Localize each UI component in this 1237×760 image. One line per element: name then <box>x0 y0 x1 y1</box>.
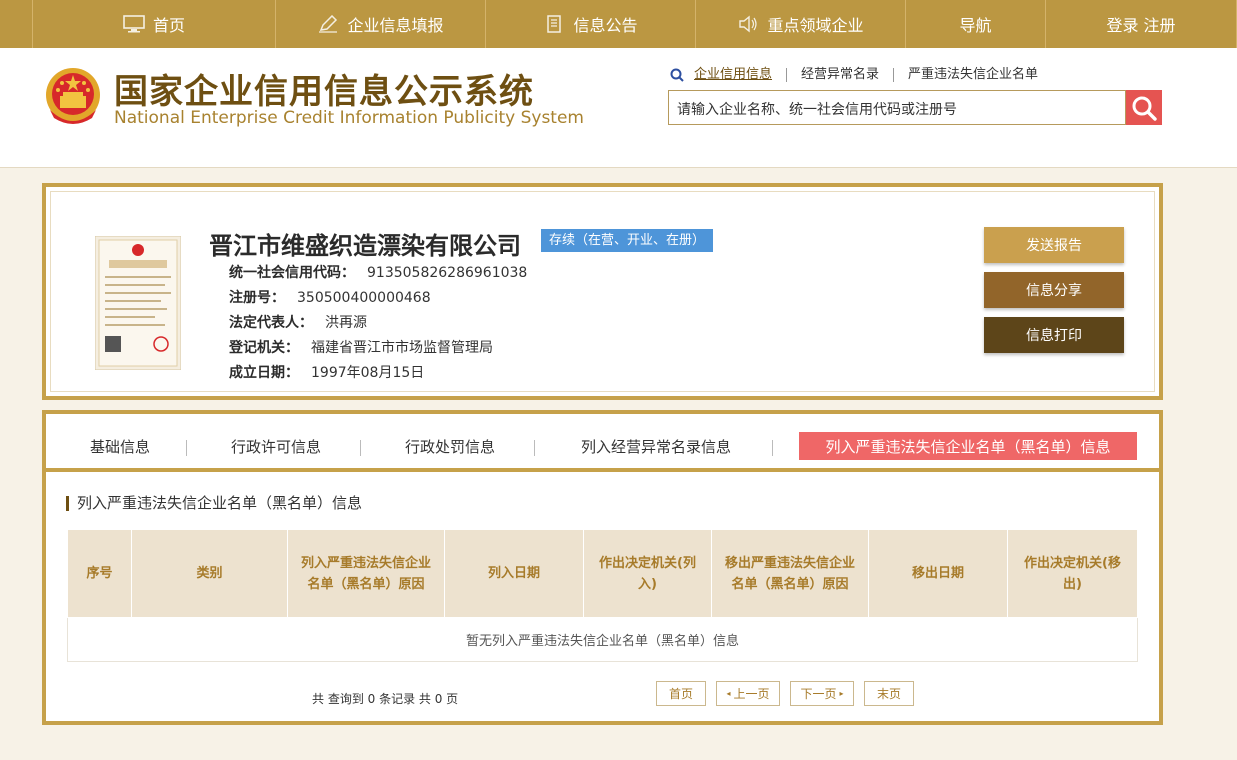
info-row-reg-authority: 登记机关： 福建省晋江市市场监督管理局 <box>229 337 493 357</box>
tab-divider <box>360 440 361 456</box>
tab-admin-penalty[interactable]: 行政处罚信息 <box>392 432 508 460</box>
nav-guide-label: 导航 <box>959 16 992 35</box>
search-link-abnormal-list[interactable]: 经营异常名录 <box>786 68 893 82</box>
col-header-index: 序号 <box>67 529 132 618</box>
nav-login-register[interactable]: 登录 注册 <box>1046 0 1237 48</box>
status-badge: 存续（在营、开业、在册） <box>541 229 714 252</box>
nav-enterprise-report[interactable]: 企业信息填报 <box>276 0 486 48</box>
tab-admin-license[interactable]: 行政许可信息 <box>218 432 334 460</box>
nav-announcement-label: 信息公告 <box>573 16 638 35</box>
legal-rep-label: 法定代表人： <box>229 315 313 331</box>
col-header-category: 类别 <box>131 529 288 618</box>
monitor-icon <box>123 15 145 33</box>
col-header-removal-date: 移出日期 <box>868 529 1008 618</box>
info-row-legal-rep: 法定代表人： 洪再源 <box>229 312 367 332</box>
pen-icon <box>319 15 338 33</box>
pager-next-button[interactable]: 下一页 ▸ <box>790 681 854 706</box>
top-nav: 首页 企业信息填报 信息公告 重点领域企业 导航 登录 注册 <box>0 0 1237 48</box>
pager-last-button[interactable]: 末页 <box>864 681 914 706</box>
nav-enterprise-report-label: 企业信息填报 <box>347 16 444 35</box>
tab-divider <box>534 440 535 456</box>
tab-bar: 基础信息 行政许可信息 行政处罚信息 列入经营异常名录信息 列入严重违法失信企业… <box>46 414 1159 472</box>
legal-rep-value: 洪再源 <box>325 315 367 331</box>
col-header-listing-reason: 列入严重违法失信企业名单（黑名单）原因 <box>287 529 445 618</box>
credit-code-value: 913505826286961038 <box>367 265 528 281</box>
info-row-founded-date: 成立日期： 1997年08月15日 <box>229 362 424 382</box>
search-button[interactable] <box>1126 90 1162 125</box>
site-title-cn: 国家企业信用信息公示系统 <box>114 72 534 112</box>
col-header-removal-authority: 作出决定机关(移出) <box>1007 529 1138 618</box>
company-name: 晋江市维盛织造漂染有限公司 <box>209 232 521 260</box>
tab-blacklist[interactable]: 列入严重违法失信企业名单（黑名单）信息 <box>799 432 1137 460</box>
credit-code-label: 统一社会信用代码： <box>229 265 355 281</box>
nav-login-register-label: 登录 注册 <box>1106 16 1176 35</box>
nav-home[interactable]: 首页 <box>32 0 276 48</box>
reg-authority-value: 福建省晋江市市场监督管理局 <box>311 340 493 356</box>
pager-prev-label: 上一页 <box>733 687 770 701</box>
search-links: 企业信用信息 经营异常名录 严重违法失信企业名单 <box>670 68 1052 82</box>
blacklist-table: 序号 类别 列入严重违法失信企业名单（黑名单）原因 列入日期 作出决定机关(列入… <box>67 529 1138 662</box>
pager-last-label: 末页 <box>876 687 901 701</box>
founded-date-value: 1997年08月15日 <box>311 365 425 381</box>
document-icon <box>547 15 562 33</box>
nav-guide[interactable]: 导航 <box>906 0 1046 48</box>
founded-date-label: 成立日期： <box>229 365 299 381</box>
national-emblem-icon <box>46 68 100 124</box>
print-info-button[interactable]: 信息打印 <box>984 317 1124 353</box>
pager-first-label: 首页 <box>668 687 693 701</box>
col-header-removal-reason: 移出严重违法失信企业名单（黑名单）原因 <box>711 529 869 618</box>
section-title: 列入严重违法失信企业名单（黑名单）信息 <box>66 496 362 511</box>
search-small-icon <box>670 68 684 82</box>
table-row: 暂无列入严重违法失信企业名单（黑名单）信息 <box>67 617 1138 662</box>
tab-abnormal-list[interactable]: 列入经营异常名录信息 <box>566 432 746 460</box>
pager-summary: 共 查询到 0 条记录 共 0 页 <box>312 692 459 706</box>
search-link-credit-info[interactable]: 企业信用信息 <box>684 68 786 82</box>
info-row-reg-number: 注册号： 350500400000468 <box>229 287 431 307</box>
tab-basic-info[interactable]: 基础信息 <box>76 432 164 460</box>
reg-number-value: 350500400000468 <box>297 290 431 306</box>
nav-key-enterprises[interactable]: 重点领域企业 <box>696 0 906 48</box>
table-header-row: 序号 类别 列入严重违法失信企业名单（黑名单）原因 列入日期 作出决定机关(列入… <box>67 529 1138 618</box>
send-report-button[interactable]: 发送报告 <box>984 227 1124 263</box>
reg-authority-label: 登记机关： <box>229 340 299 356</box>
search-icon <box>1132 96 1157 121</box>
company-card-inner: 晋江市维盛织造漂染有限公司 存续（在营、开业、在册） 统一社会信用代码： 9135… <box>50 191 1155 392</box>
business-license-image[interactable] <box>95 236 181 370</box>
tab-divider <box>186 440 187 456</box>
empty-table-message: 暂无列入严重违法失信企业名单（黑名单）信息 <box>67 617 1138 662</box>
speaker-icon <box>739 15 758 33</box>
col-header-listing-date: 列入日期 <box>444 529 584 618</box>
tab-divider <box>772 440 773 456</box>
info-row-credit-code: 统一社会信用代码： 913505826286961038 <box>229 262 527 282</box>
nav-home-label: 首页 <box>152 16 185 35</box>
site-title-en: National Enterprise Credit Information P… <box>114 108 584 128</box>
company-card: 晋江市维盛织造漂染有限公司 存续（在营、开业、在册） 统一社会信用代码： 9135… <box>42 183 1163 400</box>
search-link-blacklist[interactable]: 严重违法失信企业名单 <box>893 68 1052 82</box>
search-input[interactable]: 请输入企业名称、统一社会信用代码或注册号 <box>668 90 1126 125</box>
detail-section: 基础信息 行政许可信息 行政处罚信息 列入经营异常名录信息 列入严重违法失信企业… <box>42 410 1163 725</box>
chevron-left-icon: ◂ <box>726 689 731 698</box>
pager-next-label: 下一页 <box>800 687 837 701</box>
pager-first-button[interactable]: 首页 <box>656 681 706 706</box>
pager-prev-button[interactable]: ◂ 上一页 <box>716 681 780 706</box>
nav-key-enterprises-label: 重点领域企业 <box>767 16 864 35</box>
share-info-button[interactable]: 信息分享 <box>984 272 1124 308</box>
reg-number-label: 注册号： <box>229 290 285 306</box>
chevron-right-icon: ▸ <box>839 689 844 698</box>
col-header-listing-authority: 作出决定机关(列入) <box>583 529 712 618</box>
site-header: 国家企业信用信息公示系统 National Enterprise Credit … <box>0 48 1237 168</box>
nav-announcement[interactable]: 信息公告 <box>486 0 696 48</box>
